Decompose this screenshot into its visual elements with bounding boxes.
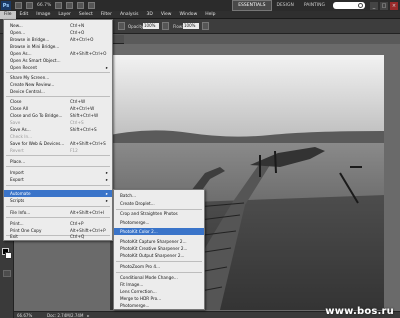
menu-item-open-recent[interactable]: Open Recent ▸: [4, 64, 112, 71]
submenu-item-conditional-mode[interactable]: Conditional Mode Change...: [114, 274, 204, 281]
background-color-swatch[interactable]: [5, 252, 12, 259]
menu-file[interactable]: File: [0, 10, 16, 19]
menu-image[interactable]: Image: [32, 11, 54, 19]
submenu-item-lens-correction[interactable]: Lens Correction...: [114, 288, 204, 295]
status-menu-icon[interactable]: ▸: [87, 313, 89, 318]
menu-item-exit[interactable]: Exit Ctrl+Q: [4, 233, 112, 240]
opacity-label: Opacity:: [128, 24, 145, 29]
menu-separator: [6, 96, 110, 97]
menu-separator: [6, 72, 110, 73]
menu-window[interactable]: Window: [176, 11, 202, 19]
menu-separator: [116, 272, 202, 273]
submenu-item-fit-image[interactable]: Fit Image...: [114, 281, 204, 288]
submenu-item-photomerge[interactable]: Photomerge...: [114, 219, 204, 226]
photoshop-logo: Ps: [1, 1, 11, 10]
menu-item-close-go-bridge[interactable]: Close and Go To Bridge... Shift+Ctrl+W: [4, 112, 112, 119]
submenu-item-create-droplet[interactable]: Create Droplet...: [114, 200, 204, 207]
menu-item-revert[interactable]: Revert F12: [4, 147, 112, 154]
bridge-icon[interactable]: [15, 2, 22, 9]
workspace-essentials[interactable]: ESSENTIALS: [232, 0, 272, 11]
screen-mode-icon[interactable]: [88, 2, 96, 9]
menu-filter[interactable]: Filter: [97, 11, 116, 19]
brush-mode-icon[interactable]: [118, 22, 125, 30]
menu-separator: [116, 261, 202, 262]
menu-help[interactable]: Help: [201, 11, 219, 19]
menu-item-check-in[interactable]: Check In...: [4, 133, 112, 140]
menu-item-close-all[interactable]: Close All Alt+Ctrl+W: [4, 105, 112, 112]
menu-item-automate[interactable]: Automate ▸: [4, 190, 112, 197]
menu-item-open[interactable]: Open... Ctrl+O: [4, 29, 112, 36]
menu-item-export[interactable]: Export ▸: [4, 176, 112, 183]
submenu-item-photokit-creative[interactable]: PhotoKit Creative Sharpener 2...: [114, 245, 204, 252]
status-zoom[interactable]: 66.67%: [14, 313, 43, 318]
menu-item-open-smart-object[interactable]: Open As Smart Object...: [4, 57, 112, 64]
zoom-tool-icon[interactable]: [66, 2, 74, 9]
menu-layer[interactable]: Layer: [54, 11, 75, 19]
menu-item-scripts[interactable]: Scripts ▸: [4, 197, 112, 204]
menu-item-import[interactable]: Import ▸: [4, 169, 112, 176]
hand-tool-icon[interactable]: [55, 2, 63, 9]
file-menu: New... Ctrl+N Open... Ctrl+O Browse in Bri…: [3, 19, 113, 241]
submenu-item-batch[interactable]: Batch...: [114, 192, 204, 199]
submenu-arrow-icon: ▸: [105, 198, 108, 203]
submenu-item-photokit-color[interactable]: PhotoKit Color 2...: [114, 228, 204, 235]
menu-analysis[interactable]: Analysis: [116, 11, 143, 19]
menu-item-place[interactable]: Place...: [4, 158, 112, 165]
menu-item-open-as[interactable]: Open As... Alt+Shift+Ctrl+O: [4, 50, 112, 57]
submenu-arrow-icon: ▸: [105, 65, 108, 70]
menu-item-save[interactable]: Save Ctrl+S: [4, 119, 112, 126]
arrange-documents-icon[interactable]: [77, 2, 85, 9]
watermark: www.bos.ru: [325, 306, 394, 317]
menu-item-create-review[interactable]: Create New Review...: [4, 81, 112, 88]
menu-item-save-for-web[interactable]: Save for Web & Devices... Alt+Shift+Ctrl+…: [4, 140, 112, 147]
submenu-item-photokit-capture[interactable]: PhotoKit Capture Sharpener 2...: [114, 238, 204, 245]
menu-item-browse-bridge[interactable]: Browse in Bridge... Alt+Ctrl+O: [4, 36, 112, 43]
flow-field[interactable]: 100%: [183, 23, 199, 29]
workspace-design[interactable]: DESIGN: [272, 0, 299, 11]
menu-item-file-info[interactable]: File Info... Alt+Shift+Ctrl+I: [4, 209, 112, 216]
minimize-button[interactable]: _: [370, 1, 378, 10]
submenu-item-photozoom[interactable]: PhotoZoom Pro 4...: [114, 263, 204, 270]
close-button[interactable]: ×: [390, 1, 398, 10]
menu-edit[interactable]: Edit: [16, 11, 33, 19]
automate-submenu: Batch... Create Droplet... Crop and Stra…: [113, 189, 205, 310]
submenu-arrow-icon: ▸: [105, 177, 108, 182]
workspace-switcher: ESSENTIALS DESIGN PAINTING _ □ ×: [232, 0, 400, 11]
menu-item-new[interactable]: New... Ctrl+N: [4, 22, 112, 29]
menu-item-close[interactable]: Close Ctrl+W: [4, 98, 112, 105]
help-search-input[interactable]: [333, 2, 365, 9]
submenu-item-merge-hdr[interactable]: Merge to HDR Pro...: [114, 295, 204, 302]
search-icon: [358, 3, 363, 8]
quick-mask-icon[interactable]: [3, 270, 11, 277]
menu-item-save-as[interactable]: Save As... Shift+Ctrl+S: [4, 126, 112, 133]
menu-separator: [6, 155, 110, 156]
opacity-field[interactable]: 100%: [143, 23, 159, 29]
menu-item-browse-mini-bridge[interactable]: Browse in Mini Bridge...: [4, 43, 112, 50]
airbrush-icon[interactable]: [202, 22, 209, 30]
workspace-painting[interactable]: PAINTING: [299, 0, 330, 11]
submenu-arrow-icon: ▸: [105, 170, 108, 175]
menu-select[interactable]: Select: [75, 11, 97, 19]
menu-separator: [6, 206, 110, 207]
maximize-button[interactable]: □: [380, 1, 388, 10]
submenu-item-crop-straighten[interactable]: Crop and Straighten Photos: [114, 210, 204, 217]
menu-item-device-central[interactable]: Device Central...: [4, 88, 112, 95]
zoom-level[interactable]: 66.7%: [37, 3, 51, 8]
submenu-item-photokit-output[interactable]: PhotoKit Output Sharpener 2...: [114, 252, 204, 259]
flow-label: Flow:: [173, 24, 184, 29]
menu-item-print[interactable]: Print... Ctrl+P: [4, 220, 112, 227]
pressure-opacity-icon[interactable]: [162, 22, 169, 30]
submenu-arrow-icon: ▸: [105, 191, 108, 196]
menu-view[interactable]: View: [157, 11, 176, 19]
menu-item-share-screen[interactable]: Share My Screen...: [4, 74, 112, 81]
menu-separator: [6, 166, 110, 167]
menu-bar: File Edit Image Layer Select Filter Anal…: [0, 10, 400, 19]
mini-bridge-icon[interactable]: [26, 2, 33, 9]
app-bar: Ps 66.7% ESSENTIALS DESIGN PAINTING _ □ …: [0, 0, 400, 11]
menu-3d[interactable]: 3D: [142, 11, 156, 19]
submenu-item-photomerge-2[interactable]: Photomerge...: [114, 302, 204, 309]
menu-separator: [6, 217, 110, 218]
menu-separator: [6, 185, 110, 186]
doc-size: Doc: 2.74M/2.74M: [47, 312, 84, 318]
